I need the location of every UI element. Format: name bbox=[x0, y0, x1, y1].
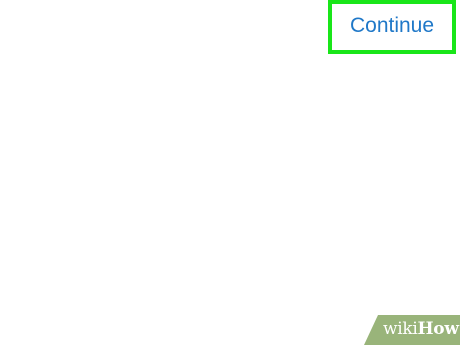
screen: Continue wikiHow bbox=[0, 0, 460, 345]
watermark-label: wikiHow bbox=[383, 319, 459, 339]
wikihow-watermark: wikiHow bbox=[364, 315, 460, 345]
continue-button[interactable]: Continue bbox=[328, 0, 456, 54]
watermark-how-text: How bbox=[417, 319, 459, 339]
watermark-wiki-text: wiki bbox=[383, 319, 418, 339]
